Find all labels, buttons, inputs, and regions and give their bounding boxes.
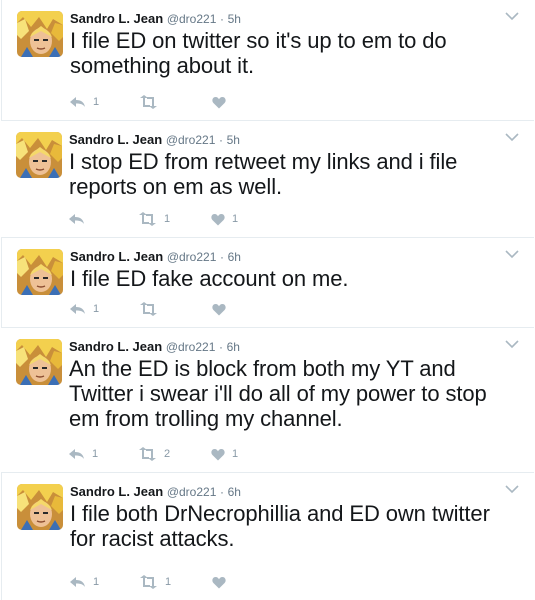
tweet-header: Sandro L. Jean @dro221 · 5h xyxy=(69,131,522,149)
like-button[interactable] xyxy=(212,572,272,592)
chevron-down-icon[interactable] xyxy=(504,131,520,143)
like-count: 1 xyxy=(232,213,239,225)
display-name[interactable]: Sandro L. Jean xyxy=(70,11,163,26)
tweet-actions: 1 xyxy=(69,299,272,319)
retweet-button[interactable]: 2 xyxy=(138,444,211,464)
timestamp[interactable]: 5h xyxy=(228,12,241,26)
heart-icon xyxy=(212,96,226,108)
chevron-down-icon[interactable] xyxy=(504,10,520,22)
reply-icon xyxy=(70,577,85,587)
tweet-text: I file ED fake account on me. xyxy=(70,266,349,291)
retweet-button[interactable] xyxy=(139,299,212,319)
separator: · xyxy=(220,485,224,499)
tweet-header: Sandro L. Jean @dro221 · 6h xyxy=(70,248,522,266)
reply-count: 1 xyxy=(93,576,100,588)
heart-icon xyxy=(211,448,225,460)
reply-button[interactable] xyxy=(68,209,138,229)
retweet-count: 1 xyxy=(165,576,172,588)
timestamp[interactable]: 5h xyxy=(227,133,240,147)
avatar[interactable] xyxy=(17,484,63,530)
reply-button[interactable]: 1 xyxy=(69,92,139,112)
retweet-icon xyxy=(139,447,156,461)
tweet-actions: 1 1 xyxy=(68,209,271,229)
like-button[interactable] xyxy=(212,299,272,319)
tweet-header: Sandro L. Jean @dro221 · 6h xyxy=(70,483,522,501)
display-name[interactable]: Sandro L. Jean xyxy=(70,484,163,499)
heart-icon xyxy=(212,303,226,315)
tweet-actions: 1 xyxy=(69,92,272,112)
tweet-actions: 1 2 1 xyxy=(68,444,271,464)
tweet-header: Sandro L. Jean @dro221 · 5h xyxy=(70,10,522,28)
chevron-down-icon[interactable] xyxy=(504,483,520,495)
heart-icon xyxy=(212,576,226,588)
tweet-text: I file both DrNecrophillia and ED own tw… xyxy=(70,501,490,551)
reply-count: 1 xyxy=(92,448,99,460)
timestamp[interactable]: 6h xyxy=(228,485,241,499)
tweet[interactable]: Sandro L. Jean @dro221 · 6h I file both … xyxy=(1,473,534,600)
avatar[interactable] xyxy=(16,132,62,178)
reply-icon xyxy=(70,304,85,314)
tweet-text: I stop ED from retweet my links and i fi… xyxy=(69,149,458,199)
like-button[interactable]: 1 xyxy=(211,209,271,229)
retweet-button[interactable]: 1 xyxy=(139,572,212,592)
separator: · xyxy=(219,340,223,354)
username[interactable]: @dro221 xyxy=(166,340,216,354)
timestamp[interactable]: 6h xyxy=(228,250,241,264)
tweet-text: An the ED is block from both my YT and T… xyxy=(69,356,487,431)
reply-icon xyxy=(69,214,84,224)
like-button[interactable]: 1 xyxy=(211,444,271,464)
username[interactable]: @dro221 xyxy=(167,250,217,264)
retweet-count: 2 xyxy=(164,448,171,460)
reply-icon xyxy=(69,449,84,459)
reply-count: 1 xyxy=(93,96,100,108)
like-count: 1 xyxy=(232,448,239,460)
reply-button[interactable]: 1 xyxy=(68,444,138,464)
separator: · xyxy=(220,250,224,264)
timestamp[interactable]: 6h xyxy=(227,340,240,354)
heart-icon xyxy=(211,213,225,225)
display-name[interactable]: Sandro L. Jean xyxy=(69,132,162,147)
tweet-actions: 1 1 xyxy=(69,572,272,592)
separator: · xyxy=(219,133,223,147)
display-name[interactable]: Sandro L. Jean xyxy=(70,249,163,264)
reply-icon xyxy=(70,97,85,107)
tweet-text: I file ED on twitter so it's up to em to… xyxy=(70,28,447,78)
retweet-count: 1 xyxy=(164,213,171,225)
retweet-icon xyxy=(140,95,157,109)
chevron-down-icon[interactable] xyxy=(504,338,520,350)
avatar[interactable] xyxy=(17,11,63,57)
tweet-header: Sandro L. Jean @dro221 · 6h xyxy=(69,338,522,356)
tweet[interactable]: Sandro L. Jean @dro221 · 6h I file ED fa… xyxy=(1,238,534,328)
retweet-icon xyxy=(140,575,157,589)
tweet[interactable]: Sandro L. Jean @dro221 · 5h I stop ED fr… xyxy=(1,121,534,238)
username[interactable]: @dro221 xyxy=(166,133,216,147)
tweet[interactable]: Sandro L. Jean @dro221 · 6h An the ED is… xyxy=(1,328,534,473)
username[interactable]: @dro221 xyxy=(167,485,217,499)
display-name[interactable]: Sandro L. Jean xyxy=(69,339,162,354)
username[interactable]: @dro221 xyxy=(167,12,217,26)
retweet-icon xyxy=(140,302,157,316)
reply-count: 1 xyxy=(93,303,100,315)
avatar[interactable] xyxy=(17,249,63,295)
chevron-down-icon[interactable] xyxy=(504,248,520,260)
tweet[interactable]: Sandro L. Jean @dro221 · 5h I file ED on… xyxy=(1,0,534,121)
reply-button[interactable]: 1 xyxy=(69,299,139,319)
retweet-button[interactable] xyxy=(139,92,212,112)
retweet-icon xyxy=(139,212,156,226)
avatar[interactable] xyxy=(16,339,62,385)
reply-button[interactable]: 1 xyxy=(69,572,139,592)
like-button[interactable] xyxy=(212,92,272,112)
separator: · xyxy=(220,12,224,26)
retweet-button[interactable]: 1 xyxy=(138,209,211,229)
timeline: Sandro L. Jean @dro221 · 5h I file ED on… xyxy=(0,0,535,600)
